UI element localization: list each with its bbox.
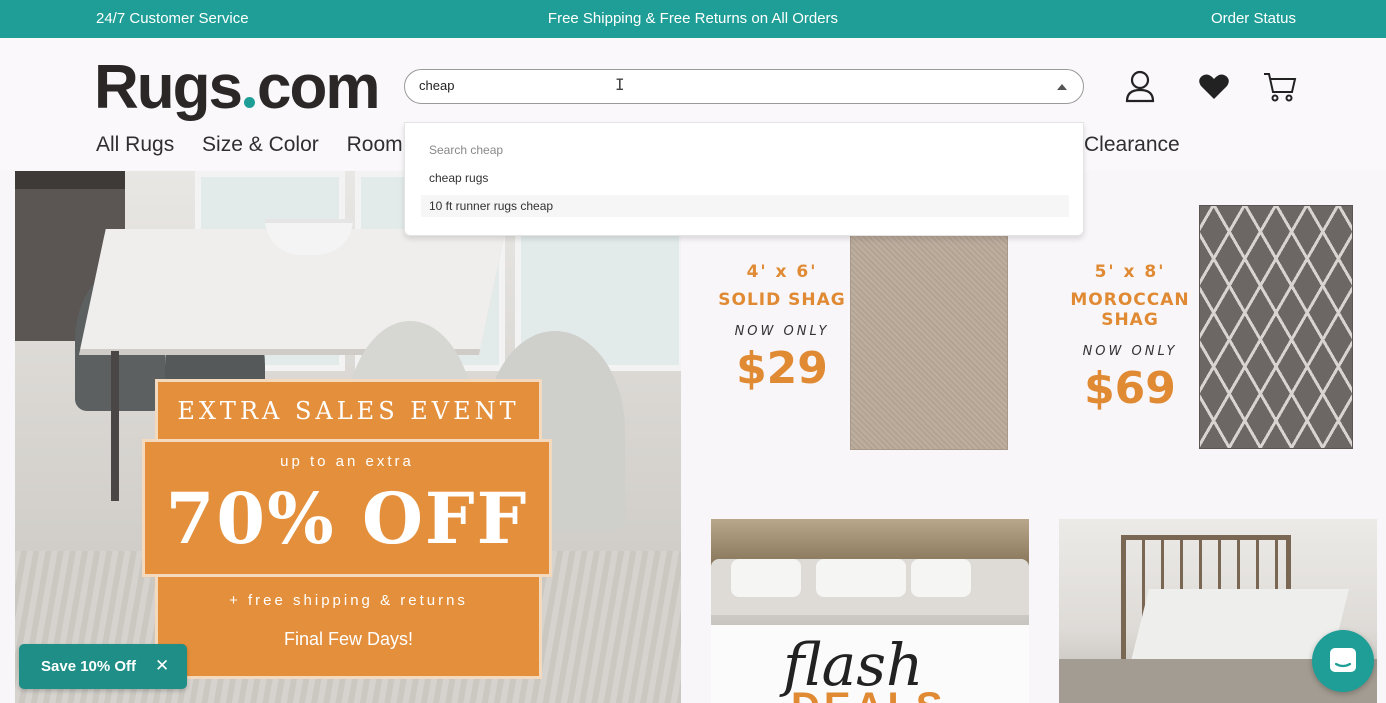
order-status-link[interactable]: Order Status — [1211, 10, 1296, 27]
pillow-graphic — [731, 559, 801, 597]
deal-size: 5' x 8' — [1094, 262, 1166, 282]
deal-now-only: NOW ONLY — [734, 324, 830, 339]
shipping-banner-text: Free Shipping & Free Returns on All Orde… — [547, 10, 839, 27]
deal-moroccan-shag[interactable]: 5' x 8' MOROCCAN SHAG NOW ONLY $69 — [1055, 262, 1205, 414]
search-input[interactable] — [419, 78, 979, 93]
hero-sale-banner[interactable]: EXTRA SALES EVENT up to an extra 70% OFF… — [15, 171, 681, 703]
promo-shipping: + free shipping & returns — [229, 592, 468, 609]
deal-size: 4' x 6' — [746, 262, 818, 282]
pillow-graphic — [816, 559, 906, 597]
deal-name: MOROCCAN SHAG — [1070, 290, 1190, 330]
nav-item-clearance[interactable]: Clearance — [1084, 133, 1180, 157]
suggestion-item[interactable]: 10 ft runner rugs cheap — [421, 195, 1069, 217]
search-hint[interactable]: Search cheap — [429, 143, 503, 157]
promo-discount: 70% OFF — [165, 477, 529, 560]
promo-title: EXTRA SALES EVENT — [177, 397, 520, 425]
nav-item-size-color[interactable]: Size & Color — [202, 133, 319, 156]
nav-item-room[interactable]: Room — [347, 133, 403, 156]
close-icon[interactable]: ✕ — [155, 656, 169, 676]
site-logo[interactable]: Rugs com — [94, 52, 380, 123]
deals-heading: DEALS — [791, 685, 947, 703]
account-icon[interactable] — [1122, 68, 1158, 104]
announcement-bar: 24/7 Customer Service Free Shipping & Fr… — [0, 0, 1386, 38]
solid-shag-rug-image[interactable] — [850, 234, 1008, 450]
deal-now-only: NOW ONLY — [1082, 344, 1178, 359]
pillow-graphic — [911, 559, 971, 597]
table-leg-graphic — [111, 351, 119, 501]
deal-price: $29 — [736, 343, 828, 394]
deal-solid-shag[interactable]: 4' x 6' SOLID SHAG NOW ONLY $29 — [712, 262, 852, 394]
nav-item-all-rugs[interactable]: All Rugs — [96, 133, 174, 156]
search-suggestions-dropdown: Search cheap cheap rugs 10 ft runner rug… — [404, 122, 1084, 236]
promo-final-days: Final Few Days! — [283, 629, 414, 649]
chat-icon — [1330, 648, 1356, 672]
main-nav: All Rugs Size & Color Room — [96, 133, 425, 157]
flash-deals-tile[interactable]: flash DEALS — [711, 519, 1029, 703]
save-offer-popup[interactable]: Save 10% Off ✕ — [19, 644, 187, 689]
chat-button[interactable] — [1312, 630, 1374, 692]
wishlist-heart-icon[interactable] — [1196, 68, 1232, 104]
caret-up-icon[interactable] — [1057, 84, 1067, 90]
deal-name: SOLID SHAG — [718, 290, 846, 310]
suggestion-item[interactable]: cheap rugs — [421, 167, 1069, 189]
save-offer-label[interactable]: Save 10% Off — [41, 658, 136, 675]
promo-subtitle: up to an extra — [280, 453, 414, 470]
moroccan-shag-rug-image[interactable] — [1199, 205, 1353, 449]
logo-dot — [244, 97, 255, 108]
text-cursor-icon: I — [615, 75, 625, 94]
deal-price: $69 — [1084, 363, 1176, 414]
search-bar[interactable]: I — [404, 69, 1084, 104]
cart-icon[interactable] — [1262, 68, 1298, 104]
